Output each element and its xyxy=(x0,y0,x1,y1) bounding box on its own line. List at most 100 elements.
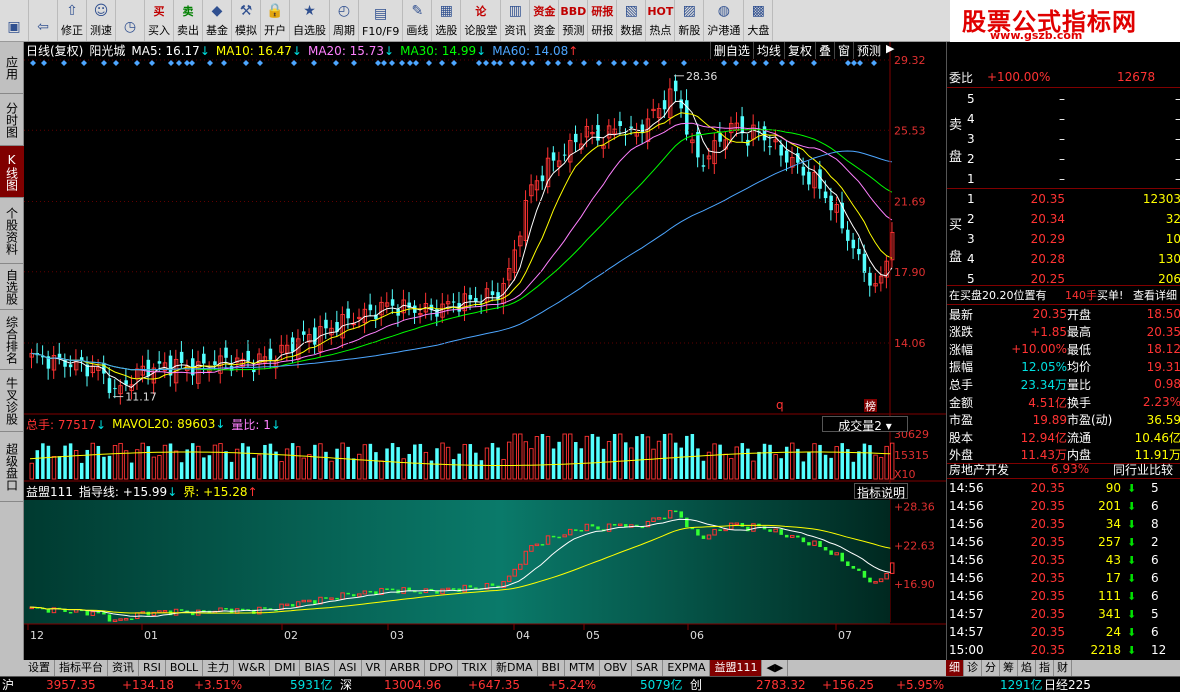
toolbar-button-1[interactable]: ⇦ xyxy=(29,0,58,41)
indicator-tab-18[interactable]: SAR xyxy=(632,660,664,676)
chart-option-3[interactable]: 叠 xyxy=(814,42,834,59)
toolbar-button-24[interactable]: ▩ 大盘 xyxy=(744,0,774,41)
toolbar-button-8[interactable]: ⚒ 模拟 xyxy=(232,0,261,41)
toolbar-button-13[interactable]: ✎ 画线 xyxy=(403,0,433,41)
indicator-tab-7[interactable]: DMI xyxy=(270,660,301,676)
left-tab-6[interactable]: 牛叉诊股 xyxy=(0,370,24,432)
indicator-tab-17[interactable]: OBV xyxy=(600,660,632,676)
left-tab-4[interactable]: 自选股 xyxy=(0,264,24,310)
chart-option-0[interactable]: 删自选 xyxy=(709,42,753,59)
big-order-detail-link[interactable]: 查看详细 xyxy=(1133,287,1177,303)
toolbar-button-15[interactable]: 论论股堂 xyxy=(461,0,502,41)
panel-tab-2[interactable]: 分 xyxy=(982,660,1000,676)
left-tab-0[interactable]: 应用 xyxy=(0,42,24,94)
left-tab-2[interactable]: K线图 xyxy=(0,146,24,198)
indicator-tab-15[interactable]: BBI xyxy=(538,660,565,676)
indicator-tab-16[interactable]: MTM xyxy=(565,660,600,676)
volume-bar xyxy=(396,447,400,479)
sh-index[interactable]: 3957.35 xyxy=(46,678,96,692)
period-label[interactable]: 日线(复权) xyxy=(26,42,83,59)
toolbar-button-11[interactable]: ◴ 周期 xyxy=(330,0,359,41)
quote-label-2: 量比 xyxy=(1067,377,1092,392)
xaxis-label: 06 xyxy=(690,629,704,642)
indicator-candle xyxy=(324,597,328,599)
indicator-tab-12[interactable]: DPO xyxy=(425,660,458,676)
indicator-tab-0[interactable]: 设置 xyxy=(24,660,55,676)
toolbar-button-2[interactable]: ⇧ 修正 xyxy=(58,0,87,41)
chart-option-5[interactable]: 预测 xyxy=(852,42,884,59)
kline-chart-area[interactable]: 29.32 25.53 21.69 17.90 14.06 28.36 11.17 q 榜 306… xyxy=(24,42,946,660)
left-tab-7[interactable]: 超级盘口 xyxy=(0,432,24,502)
diamond-marker xyxy=(375,60,381,66)
diamond-marker xyxy=(721,60,727,66)
left-tab-3[interactable]: 个股资料 xyxy=(0,198,24,264)
chart-option-4[interactable]: 窗 xyxy=(833,42,853,59)
sz-index[interactable]: 13004.96 xyxy=(384,678,441,692)
panel-tab-0[interactable]: 细 xyxy=(946,660,964,676)
panel-tab-4[interactable]: 焰 xyxy=(1018,660,1036,676)
toolbar-button-19[interactable]: 研报 研报 xyxy=(588,0,618,41)
toolbar-button-21[interactable]: HOT 热点 xyxy=(646,0,676,41)
toolbar-button-16[interactable]: ▥ 资讯 xyxy=(501,0,531,41)
volume-bar xyxy=(129,462,134,479)
toolbar-button-18[interactable]: BBD 预测 xyxy=(559,0,589,41)
panel-row: 在买盘20.20位置有 140手 买单! 查看详细 xyxy=(947,285,1180,305)
left-tab-5[interactable]: 综合排名 xyxy=(0,310,24,370)
expand-icon[interactable]: ▶ xyxy=(886,42,900,59)
indicator-tab-3[interactable]: RSI xyxy=(139,660,166,676)
indicator-tab-10[interactable]: VR xyxy=(362,660,386,676)
volume-bar xyxy=(812,443,817,480)
left-tab-1[interactable]: 分时图 xyxy=(0,94,24,146)
indicator-tab-13[interactable]: TRIX xyxy=(458,660,493,676)
cy-pct: +5.95% xyxy=(896,677,945,692)
indicator-tab-4[interactable]: BOLL xyxy=(166,660,204,676)
panel-tab-1[interactable]: 诊 xyxy=(964,660,982,676)
toolbar-button-14[interactable]: ▦ 选股 xyxy=(432,0,462,41)
chart-option-1[interactable]: 均线 xyxy=(752,42,784,59)
indicator-tab-11[interactable]: ARBR xyxy=(386,660,426,676)
tick-time: 14:56 xyxy=(949,517,984,531)
panel-tab-6[interactable]: 财 xyxy=(1054,660,1072,676)
indicator-tab-5[interactable]: 主力 xyxy=(203,660,235,676)
chart-option-2[interactable]: 复权 xyxy=(783,42,815,59)
toolbar-label: 数据 xyxy=(620,24,643,37)
volume-bar xyxy=(701,460,706,479)
nikkei-label[interactable]: 日经225 xyxy=(1044,676,1091,692)
toolbar-button-3[interactable]: ☺ 测速 xyxy=(87,0,116,41)
indicator-tab-14[interactable]: 新DMA xyxy=(492,660,538,676)
toolbar-button-10[interactable]: ★ 自选股 xyxy=(290,0,330,41)
indicator-tab-1[interactable]: 指标平台 xyxy=(55,660,108,676)
tick-time: 14:56 xyxy=(949,589,984,603)
toolbar-button-12[interactable]: ▤ F10/F9 xyxy=(359,0,404,41)
toolbar-button-9[interactable]: 🔒 开户 xyxy=(261,0,290,41)
indicator-tab-2[interactable]: 资讯 xyxy=(108,660,139,676)
tab-scroll-icon[interactable]: ◀▶ xyxy=(762,660,789,676)
down-arrow-icon: ⬇ xyxy=(1127,517,1137,531)
toolbar-button-6[interactable]: 卖卖出 xyxy=(174,0,203,41)
indicator-tab-8[interactable]: BIAS xyxy=(300,660,335,676)
quote-value-2: 18.12 xyxy=(1146,342,1180,357)
volume-bar xyxy=(51,456,57,480)
indicator-help-button[interactable]: 指标说明 xyxy=(854,483,908,500)
toolbar-button-4[interactable]: ◷ xyxy=(116,0,145,41)
industry-compare-link[interactable]: 同行业比较 xyxy=(1113,461,1173,478)
panel-row: 2 20.34 32 xyxy=(947,209,1180,229)
toolbar-button-23[interactable]: ◍ 沪港通 xyxy=(704,0,745,41)
toolbar-button-17[interactable]: 资金 资金 xyxy=(530,0,560,41)
panel-tab-5[interactable]: 指 xyxy=(1036,660,1054,676)
indicator-tab-6[interactable]: W&R xyxy=(234,660,271,676)
chart-canvas[interactable]: 29.3225.5321.6917.9014.0628.3611.17q 榜306… xyxy=(24,42,946,660)
tick-price: 20.35 xyxy=(1030,535,1065,549)
volume-bar xyxy=(173,450,179,480)
volume-indicator-select[interactable]: 成交量2 ▾ xyxy=(822,416,908,433)
toolbar-button-5[interactable]: 买买入 xyxy=(145,0,174,41)
indicator-tab-19[interactable]: EXPMA xyxy=(663,660,711,676)
cy-index[interactable]: 2783.32 xyxy=(756,678,806,692)
toolbar-button-0[interactable]: ▣ xyxy=(0,0,29,41)
toolbar-button-7[interactable]: ◆ 基金 xyxy=(203,0,232,41)
toolbar-button-22[interactable]: ▨ 新股 xyxy=(675,0,705,41)
toolbar-button-20[interactable]: ▧ 数据 xyxy=(617,0,647,41)
panel-tab-3[interactable]: 筹 xyxy=(1000,660,1018,676)
indicator-tab-9[interactable]: ASI xyxy=(335,660,362,676)
indicator-tab-20[interactable]: 益盟111 xyxy=(710,660,763,676)
